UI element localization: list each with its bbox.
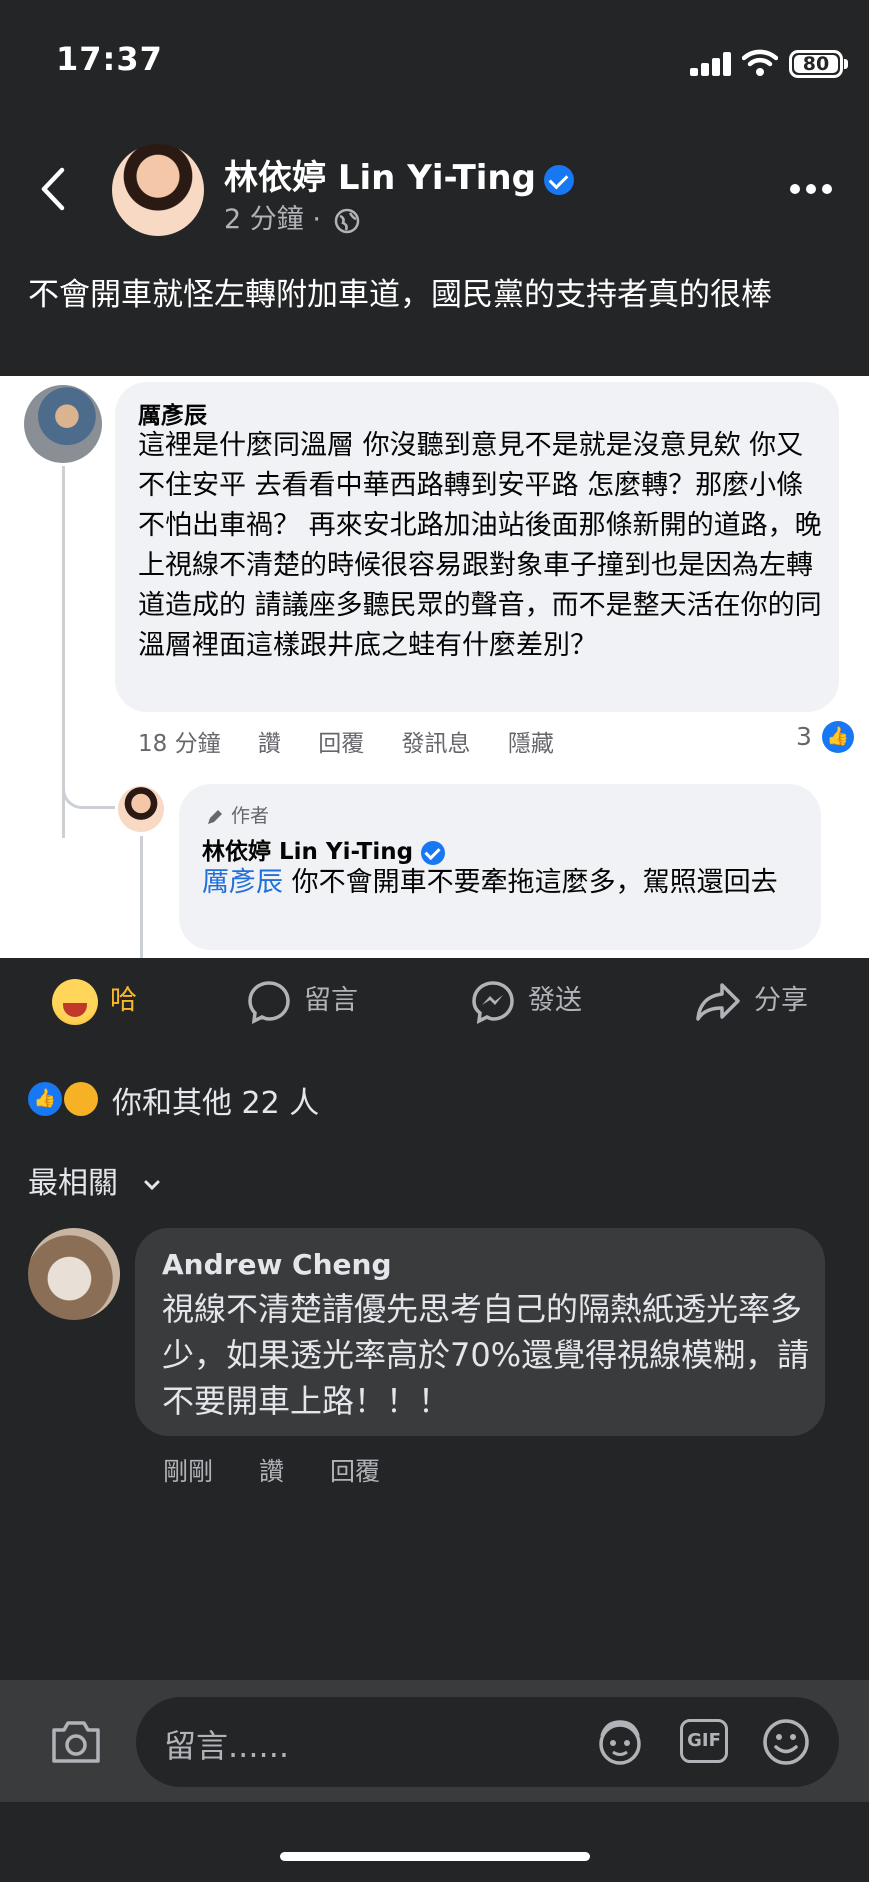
cellular-signal-icon	[690, 52, 731, 76]
globe-icon	[334, 208, 359, 233]
reply-avatar	[118, 786, 164, 832]
thumbs-up-icon: 👍	[822, 721, 854, 753]
like-reaction-icon: 👍	[28, 1082, 62, 1116]
chevron-down-icon	[144, 1180, 160, 1190]
comment-text: 這裡是什麼同溫層 你沒聽到意見不是就是沒意見欸 你又不住安平 去看看中華西路轉到…	[138, 430, 822, 661]
wifi-icon	[742, 49, 778, 76]
author-tag-text: 作者	[231, 805, 270, 827]
messenger-icon	[472, 980, 514, 1024]
comment-message-link: 發訊息	[401, 731, 471, 757]
comment-button[interactable]: 留言	[246, 978, 358, 1025]
thread-branch	[62, 776, 115, 809]
comment-label: 留言	[304, 985, 358, 1016]
reply-mention: 厲彥辰	[202, 867, 283, 898]
comment-like-button[interactable]: 讚	[259, 1457, 284, 1486]
emoji-icon[interactable]	[760, 1716, 812, 1768]
haha-reaction-button[interactable]: 哈	[52, 978, 137, 1025]
sort-label-text: 最相關	[28, 1166, 118, 1201]
send-label: 發送	[528, 985, 582, 1016]
reply-body: 你不會開車不要牽拖這麼多，駕照還回去	[283, 867, 778, 898]
author-tag: 作者	[205, 801, 269, 828]
comment-meta: 剛剛 讚 回覆	[163, 1452, 418, 1488]
status-time: 17:37	[56, 40, 163, 78]
page-name[interactable]: 林依婷 Lin Yi-Ting	[224, 150, 574, 199]
post-time-text: 2 分鐘 ·	[224, 204, 321, 235]
share-button[interactable]: 分享	[694, 978, 808, 1025]
back-chevron-icon[interactable]	[36, 166, 68, 212]
reply-author-name: 林依婷 Lin Yi-Ting	[202, 832, 446, 866]
share-label: 分享	[754, 985, 808, 1016]
comment-sort-dropdown[interactable]: 最相關	[28, 1158, 162, 1202]
comment-reply-link: 回覆	[318, 731, 365, 757]
battery-icon: 80	[789, 50, 843, 78]
home-indicator	[280, 1852, 590, 1861]
comment-reply-button[interactable]: 回覆	[330, 1457, 380, 1486]
commenter-avatar	[24, 385, 102, 463]
comment-like-link: 讚	[257, 731, 281, 757]
battery-nub	[844, 59, 848, 69]
send-button[interactable]: 發送	[470, 978, 582, 1025]
haha-face-icon	[52, 978, 98, 1025]
post-timestamp[interactable]: 2 分鐘 ·	[224, 197, 360, 236]
comment-bubble-icon	[248, 980, 290, 1024]
haha-reaction-icon	[64, 1082, 98, 1116]
comment-time: 18 分鐘	[138, 731, 221, 757]
avatar-sticker-icon[interactable]	[594, 1716, 646, 1768]
share-arrow-icon	[696, 982, 740, 1021]
camera-icon[interactable]	[48, 1718, 104, 1766]
comment-text: 視線不清楚請優先思考自己的隔熱紙透光率多少，如果透光率高於70%還覺得視線模糊，…	[162, 1290, 810, 1420]
post-image-comment-screenshot[interactable]: 厲彥辰 這裡是什麼同溫層 你沒聽到意見不是就是沒意見欸 你又不住安平 去看看中華…	[0, 376, 869, 958]
haha-label: 哈	[110, 985, 137, 1016]
more-options-icon[interactable]	[790, 184, 834, 196]
gif-icon[interactable]: GIF	[680, 1719, 728, 1763]
comment-input-placeholder: 留言......	[164, 1727, 290, 1765]
comment-time: 剛剛	[163, 1457, 214, 1486]
verified-badge-icon	[421, 840, 446, 865]
comment-meta: 18 分鐘 讚 回覆 發訊息 隱藏	[138, 724, 584, 758]
page-avatar[interactable]	[112, 144, 204, 236]
post-text: 不會開車就怪左轉附加車道，國民黨的支持者真的很棒	[28, 277, 772, 313]
pencil-icon	[208, 809, 222, 824]
commenter-name: 厲彥辰	[138, 403, 207, 429]
thread-line-reply	[140, 836, 143, 958]
commenter-avatar[interactable]	[28, 1228, 120, 1320]
battery-level: 80	[794, 55, 838, 74]
reply-author-name-text: 林依婷 Lin Yi-Ting	[202, 839, 414, 865]
comment-like-count: 3	[796, 722, 812, 751]
verified-badge-icon	[543, 164, 574, 195]
comment-hide-link: 隱藏	[507, 731, 554, 757]
reactions-summary[interactable]: 你和其他 22 人	[112, 1078, 319, 1122]
reply-text: 厲彥辰 你不會開車不要牽拖這麼多，駕照還回去	[202, 864, 812, 902]
page-name-text: 林依婷 Lin Yi-Ting	[224, 158, 536, 198]
commenter-name[interactable]: Andrew Cheng	[162, 1248, 392, 1281]
